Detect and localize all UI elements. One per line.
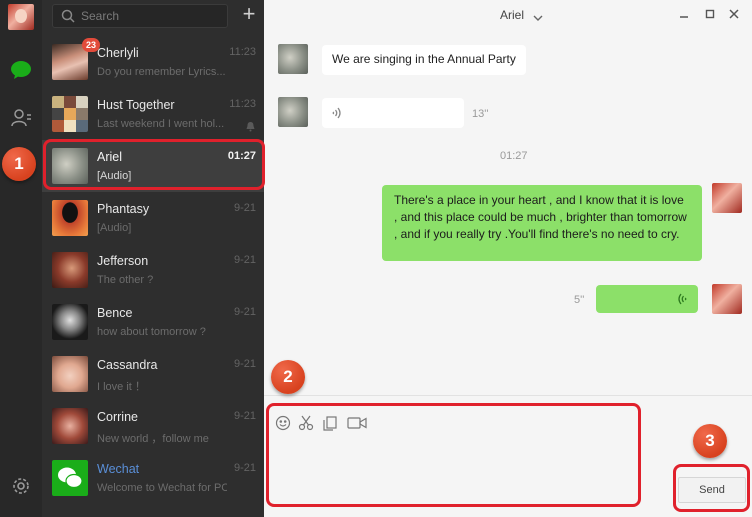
conversation-preview: I love it ！ xyxy=(97,381,146,393)
plus-icon[interactable]: + xyxy=(238,3,260,26)
conversation-item[interactable]: Corrine New world ，follow me 9-21 xyxy=(42,400,264,452)
avatar xyxy=(52,356,88,392)
conversation-time: 9-21 xyxy=(233,358,256,370)
highlight-ariel-conversation xyxy=(43,139,265,190)
mute-bell-icon xyxy=(245,119,256,137)
highlight-send-button xyxy=(673,464,750,512)
message-bubble: We are singing in the Annual Party xyxy=(322,45,526,75)
conversation-preview: New world ，follow me xyxy=(97,433,209,445)
conversation-item[interactable]: Phantasy [Audio] 9-21 xyxy=(42,192,264,244)
conversation-time: 9-21 xyxy=(233,306,256,318)
conversation-name: Bence xyxy=(97,306,133,320)
step-badge: 2 xyxy=(271,360,305,394)
step-badge: 3 xyxy=(693,424,727,458)
conversation-item[interactable]: Jefferson The other ? 9-21 xyxy=(42,244,264,296)
audio-duration: 5'' xyxy=(574,294,585,306)
conversation-preview: how about tomorrow ? xyxy=(97,326,206,338)
conversation-name: Hust Together xyxy=(97,98,175,112)
search-icon xyxy=(61,9,75,28)
conversation-name: Cassandra xyxy=(97,358,158,372)
maximize-icon[interactable] xyxy=(702,6,718,22)
highlight-input-area xyxy=(266,403,641,507)
conversation-item[interactable]: Cassandra I love it ！ 9-21 xyxy=(42,348,264,400)
chevron-down-icon[interactable] xyxy=(533,9,543,27)
conversation-name: Corrine xyxy=(97,410,138,424)
avatar[interactable] xyxy=(278,44,308,74)
my-avatar[interactable] xyxy=(712,284,742,314)
avatar[interactable] xyxy=(278,97,308,127)
close-icon[interactable] xyxy=(726,6,742,22)
settings-icon[interactable] xyxy=(9,474,33,498)
avatar xyxy=(52,304,88,340)
my-avatar[interactable] xyxy=(712,183,742,213)
chat-title-bar: Ariel xyxy=(264,0,752,30)
group-avatar xyxy=(52,96,88,132)
wechat-logo-icon xyxy=(52,460,88,496)
conversation-panel: Search + 23 Cherlyli Do you remember Lyr… xyxy=(42,0,264,517)
wechat-window: Search + 23 Cherlyli Do you remember Lyr… xyxy=(0,0,752,517)
nav-rail xyxy=(0,0,42,517)
conversation-preview: Last weekend I went hol... xyxy=(97,118,225,130)
search-placeholder: Search xyxy=(81,9,120,23)
avatar xyxy=(52,252,88,288)
audio-duration: 13'' xyxy=(472,108,489,120)
conversation-name: Jefferson xyxy=(97,254,149,268)
conversation-item[interactable]: Wechat Welcome to Wechat for PC... 9-21 xyxy=(42,452,264,504)
sent-audio-message[interactable] xyxy=(596,285,698,313)
chat-timestamp: 01:27 xyxy=(500,150,528,162)
my-avatar[interactable] xyxy=(8,4,34,30)
audio-wave-icon xyxy=(676,292,688,311)
search-box[interactable]: Search xyxy=(52,4,228,28)
conversation-preview: The other ? xyxy=(97,274,154,286)
conversation-name: Phantasy xyxy=(97,202,150,216)
conversation-time: 9-21 xyxy=(233,202,256,214)
chat-icon[interactable] xyxy=(9,58,33,82)
contacts-icon[interactable] xyxy=(9,106,33,130)
conversation-time: 9-21 xyxy=(233,410,256,422)
conversation-time: 9-21 xyxy=(233,462,256,474)
audio-message[interactable] xyxy=(322,98,464,128)
conversation-time: 9-21 xyxy=(233,254,256,266)
chat-title[interactable]: Ariel xyxy=(500,8,524,22)
sent-message-bubble: There's a place in your heart , and I kn… xyxy=(382,185,702,261)
conversation-name: Cherlyli xyxy=(97,46,139,60)
audio-wave-icon xyxy=(331,106,343,125)
conversation-time: 11:23 xyxy=(229,46,256,58)
conversation-preview: [Audio] xyxy=(97,222,132,234)
avatar xyxy=(52,200,88,236)
minimize-icon[interactable] xyxy=(676,6,692,22)
conversation-preview: Do you remember Lyrics... xyxy=(97,66,226,78)
conversation-time: 11:23 xyxy=(229,98,256,110)
conversation-preview: Welcome to Wechat for PC... xyxy=(97,482,227,494)
avatar xyxy=(52,408,88,444)
conversation-item[interactable]: Bence how about tomorrow ? 9-21 xyxy=(42,296,264,348)
conversation-name: Wechat xyxy=(97,462,140,476)
conversation-item[interactable]: 23 Cherlyli Do you remember Lyrics... 11… xyxy=(42,36,264,88)
conversation-item[interactable]: Hust Together Last weekend I went hol...… xyxy=(42,88,264,140)
step-badge: 1 xyxy=(2,147,36,181)
